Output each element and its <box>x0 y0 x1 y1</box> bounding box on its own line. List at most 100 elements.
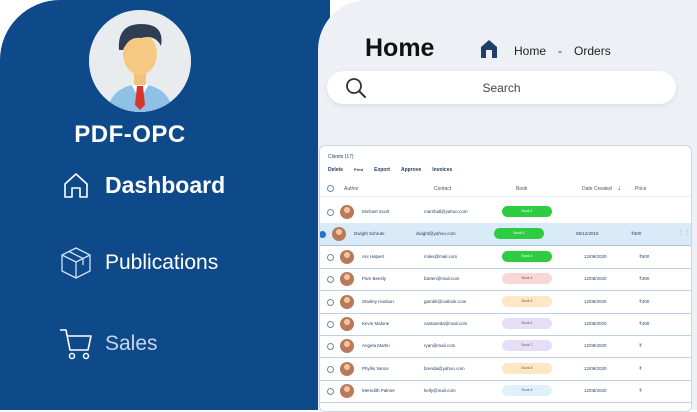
box-icon <box>56 243 96 283</box>
avatar <box>332 227 346 242</box>
table-row[interactable]: Dwight Schrute dwight@yahoo.com Book 2 05/1… <box>320 223 691 247</box>
avatar <box>340 384 354 399</box>
contact-email: dwight@yahoo.com <box>416 231 456 237</box>
row-checkbox[interactable] <box>327 365 334 373</box>
col-author[interactable]: Author <box>344 186 359 192</box>
date-created: 12/08/2020 <box>584 253 607 259</box>
row-checkbox[interactable] <box>327 321 334 328</box>
avatar <box>340 205 354 219</box>
avatar <box>340 249 354 264</box>
sidebar: PDF-OPC Dashboard Publications Sales <box>0 0 330 410</box>
contact-email: brenda@yahoo.com <box>424 365 465 371</box>
contact-email: castaneda@mail.com <box>424 321 468 326</box>
book-badge[interactable]: Book 7 <box>502 340 552 352</box>
home-icon <box>56 165 96 205</box>
nav-dashboard[interactable]: Dashboard <box>56 165 225 205</box>
row-checkbox[interactable] <box>327 298 334 306</box>
table-row[interactable]: Michael Scott marshall@yahoo.com Book 1 <box>320 201 691 224</box>
search-bar[interactable]: Search <box>327 71 676 104</box>
approve-button[interactable]: Approve <box>401 167 421 173</box>
author-name: Dwight Schrute <box>354 231 385 237</box>
contact-email: barten@mail.com <box>424 276 460 282</box>
contact-email: kelly@mail.com <box>424 388 456 394</box>
price-value: ₹400 <box>639 298 650 304</box>
export-button[interactable]: Export <box>374 167 390 173</box>
profile-avatar[interactable] <box>89 10 191 112</box>
book-badge[interactable]: Book 8 <box>502 362 552 374</box>
avatar <box>340 272 354 287</box>
table-row[interactable]: Phyllis Vance brenda@yahoo.com Book 8 12/08… <box>320 358 691 381</box>
date-created: 12/08/2020 <box>584 365 607 371</box>
breadcrumb-home[interactable]: Home <box>514 44 546 58</box>
breadcrumb: Home - Orders <box>480 39 611 62</box>
date-created: 12/08/2020 <box>584 388 607 394</box>
author-name: Ani Halpert <box>362 253 385 259</box>
author-name: Phyllis Vance <box>362 365 389 371</box>
price-value: ₹300 <box>639 276 650 282</box>
book-badge[interactable]: Book 9 <box>502 385 552 397</box>
select-all-checkbox[interactable] <box>327 185 334 192</box>
table-toolbar: Delete Print Export Approve Invoices <box>328 167 452 173</box>
print-button[interactable]: Print <box>354 167 363 173</box>
breadcrumb-separator: - <box>558 43 563 58</box>
nav-dashboard-label: Dashboard <box>105 171 226 198</box>
col-date[interactable]: Date Created <box>582 186 612 192</box>
contact-email: miles@mail.com <box>424 253 458 259</box>
invoices-button[interactable]: Invoices <box>432 167 452 173</box>
date-created: 12/08/2020 <box>584 276 607 282</box>
price-value: ₹600 <box>639 253 650 259</box>
avatar <box>340 294 354 309</box>
price-value: ₹ <box>639 388 642 394</box>
author-name: Meredith Palmer <box>362 388 396 394</box>
table-row[interactable]: Ani Halpert miles@mail.com Book 3 12/08/202… <box>320 246 691 269</box>
price-value: ₹600 <box>631 231 642 237</box>
price-value: ₹ <box>639 343 642 349</box>
nav-publications[interactable]: Publications <box>56 243 218 283</box>
book-badge[interactable]: Book 6 <box>502 318 552 329</box>
col-contact[interactable]: Contact <box>434 186 451 192</box>
author-name: Angela Martin <box>362 343 390 349</box>
contact-email: marshall@yahoo.com <box>424 209 468 214</box>
clients-table-card: Clients (17) Delete Print Export Approve… <box>319 145 692 412</box>
table-row[interactable]: Stanley Hudson gambit@outlook.com Book 5 12… <box>320 291 691 314</box>
drag-handle-icon[interactable]: ⋮⋮ <box>678 229 690 239</box>
row-checkbox[interactable] <box>327 388 334 396</box>
row-checkbox[interactable] <box>327 209 334 216</box>
row-checkbox[interactable] <box>327 343 334 351</box>
author-name: Kevin Malone <box>362 321 390 326</box>
book-badge[interactable]: Book 3 <box>502 250 552 262</box>
page-title: Home <box>365 34 435 62</box>
contact-email: ryan@mail.com <box>424 343 456 349</box>
book-badge[interactable]: Book 2 <box>494 228 544 240</box>
table-row[interactable]: Meredith Palmer kelly@mail.com Book 9 12/08… <box>320 380 691 404</box>
book-badge[interactable]: Book 4 <box>502 273 552 285</box>
search-input[interactable]: Search <box>327 81 676 95</box>
date-created: 12/08/2020 <box>584 321 607 326</box>
table-row[interactable]: Kevin Malone castaneda@mail.com Book 6 12/0… <box>320 313 691 336</box>
nav-sales[interactable]: Sales <box>56 324 158 364</box>
row-checkbox[interactable] <box>320 231 326 239</box>
cart-icon <box>56 324 96 364</box>
contact-email: gambit@outlook.com <box>424 298 467 304</box>
author-name: Pam Beesly <box>362 276 387 282</box>
delete-button[interactable]: Delete <box>328 167 343 173</box>
breadcrumb-current: Orders <box>574 43 611 58</box>
table-row[interactable]: Pam Beesly barten@mail.com Book 4 12/08/202… <box>320 268 691 292</box>
price-value: ₹400 <box>639 321 650 326</box>
brand-name: PDF-OPC <box>74 121 186 148</box>
col-book[interactable]: Book <box>516 186 527 192</box>
table-row[interactable]: Angela Martin ryan@mail.com Book 7 12/08/20… <box>320 335 691 359</box>
date-created: 12/08/2020 <box>584 343 607 349</box>
book-badge[interactable]: Book 1 <box>502 206 552 217</box>
breadcrumb-home-icon[interactable] <box>480 39 498 62</box>
col-price[interactable]: Price <box>635 186 646 192</box>
avatar <box>340 339 354 354</box>
book-badge[interactable]: Book 5 <box>502 295 552 307</box>
date-created: 05/12/2019 <box>576 231 599 237</box>
table-title: Clients (17) <box>328 154 354 160</box>
sort-arrow-icon[interactable]: ↓ <box>617 183 621 192</box>
row-checkbox[interactable] <box>327 253 334 261</box>
row-checkbox[interactable] <box>327 276 334 284</box>
avatar <box>340 317 354 331</box>
avatar <box>340 361 354 376</box>
